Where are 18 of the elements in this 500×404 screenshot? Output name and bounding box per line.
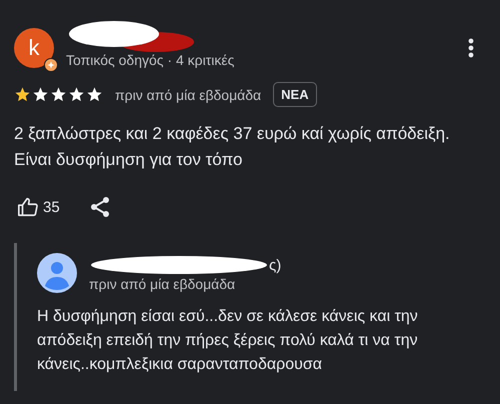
review-time: πριν από μία εβδομάδα — [115, 86, 262, 102]
reply-author: ς) — [269, 256, 282, 274]
reply-text: Η δυσφήμηση είσαι εσύ...δεν σε κάλεσε κάνεις και την απόδειξη επειδή την πήρες ξέρεις πολύ καλά τι να την κάνεις..κομπλεξικια σαρανταποδαρουσα — [37, 307, 419, 375]
avatar-initial: k — [28, 35, 40, 61]
star-icon — [50, 86, 67, 103]
thumbs-up-icon — [17, 196, 39, 218]
star-icon — [86, 86, 103, 103]
local-guide-icon — [44, 58, 58, 72]
review-text: 2 ξαπλώστρες και 2 καφέδες 37 ευρώ καί χωρίς απόδειξη. Είναι δυσφήμηση για τον τόπο — [14, 123, 451, 171]
reply-time: πριν από μία εβδομάδα — [89, 276, 236, 292]
new-badge: ΝΕΑ — [273, 82, 317, 107]
more-options-icon[interactable] — [468, 38, 474, 58]
star-icon — [68, 86, 85, 103]
star-icon — [32, 86, 49, 103]
star-icon — [14, 86, 31, 103]
user-avatar-icon — [37, 253, 77, 293]
like-button[interactable]: 35 — [14, 196, 60, 218]
author-subtitle: Τοπικός οδηγός · 4 κριτικές — [66, 52, 236, 68]
